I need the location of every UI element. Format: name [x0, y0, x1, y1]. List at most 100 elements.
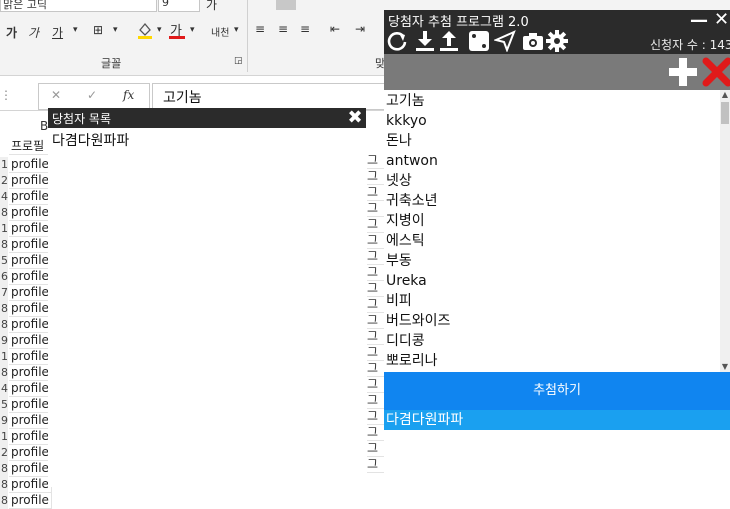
profile-cell[interactable]: profile	[9, 173, 52, 189]
profile-cell[interactable]: profile	[9, 349, 52, 365]
profile-cell[interactable]: profile	[9, 285, 52, 301]
row-number[interactable]: 8	[0, 301, 8, 317]
right-column-cell[interactable]: 그리	[367, 345, 384, 361]
column-header-b[interactable]: B	[40, 119, 48, 133]
profile-cell[interactable]: profile	[9, 269, 52, 285]
row-number[interactable]: 4	[0, 189, 8, 205]
applicant-list-item[interactable]: kkkyo	[386, 111, 427, 131]
lottery-titlebar[interactable]: 당첨자 추첨 프로그램 2.0 — ✕ 신청자 수 : 143	[384, 9, 730, 54]
right-column-cell[interactable]: 그리	[367, 265, 384, 281]
underline-button[interactable]: 가	[52, 24, 63, 41]
profile-cell[interactable]: profile	[9, 221, 52, 237]
close-icon[interactable]: ✖	[346, 109, 364, 127]
italic-button[interactable]: 가	[28, 24, 39, 41]
font-color-dropdown-icon[interactable]: ▾	[190, 25, 195, 35]
right-column-cell[interactable]: 그리	[367, 313, 384, 329]
row-number[interactable]: 6	[0, 269, 8, 285]
formula-input[interactable]: 고기놈	[152, 83, 386, 110]
profile-cell[interactable]: profile	[9, 493, 52, 509]
list-scrollbar[interactable]: ▲ ▼	[720, 90, 730, 372]
font-color-icon[interactable]: 가	[168, 21, 186, 39]
row-number[interactable]: 1	[0, 157, 8, 173]
right-column-cell[interactable]: 그리	[367, 329, 384, 345]
profile-cell[interactable]: profile	[9, 333, 52, 349]
right-column-cell[interactable]: 그리	[367, 281, 384, 297]
font-grow-icon[interactable]: 가	[206, 0, 217, 13]
row-number[interactable]: 8	[0, 461, 8, 477]
winner-titlebar[interactable]: 당첨자 목록 ✖	[48, 108, 366, 128]
row-number[interactable]: 1	[0, 429, 8, 445]
right-column-cell[interactable]: 그리	[367, 457, 384, 473]
applicant-list-item[interactable]: 에스틱	[386, 231, 425, 251]
cancel-icon[interactable]: ✕	[51, 88, 61, 102]
bold-button[interactable]: 가	[6, 24, 17, 41]
header-cell[interactable]: 프로필	[9, 139, 52, 155]
applicant-list-item[interactable]: 넷상	[386, 171, 412, 191]
add-icon[interactable]	[668, 57, 698, 87]
profile-cell[interactable]: profile	[9, 157, 52, 173]
fill-color-icon[interactable]	[136, 21, 154, 39]
applicant-list-item[interactable]: 부동	[386, 251, 412, 271]
border-icon[interactable]: ⊞	[93, 23, 103, 37]
row-number[interactable]: 4	[0, 381, 8, 397]
profile-cell[interactable]: profile	[9, 397, 52, 413]
upload-icon[interactable]	[438, 30, 460, 52]
phonetic-dropdown-icon[interactable]: ▾	[234, 25, 239, 35]
applicant-list-item[interactable]: 뽀로리나	[386, 351, 438, 371]
profile-cell[interactable]: profile	[9, 317, 52, 333]
row-number[interactable]: 8	[0, 477, 8, 493]
applicant-list-item[interactable]: Ureka	[386, 271, 427, 291]
row-number[interactable]: 9	[0, 333, 8, 349]
row-number[interactable]: 2	[0, 445, 8, 461]
scroll-thumb[interactable]	[721, 102, 729, 124]
profile-cell[interactable]: profile	[9, 461, 52, 477]
namebox-menu-icon[interactable]: ⋮	[0, 88, 12, 102]
row-number[interactable]: 1	[0, 221, 8, 237]
profile-cell[interactable]: profile	[9, 477, 52, 493]
applicant-list-item[interactable]: 디디콩	[386, 331, 425, 351]
profile-cell[interactable]: profile	[9, 429, 52, 445]
applicant-list-item[interactable]: 돈나	[386, 131, 412, 151]
refresh-icon[interactable]	[386, 30, 408, 52]
right-column-cell[interactable]: 그리	[367, 441, 384, 457]
row-number[interactable]: 8	[0, 205, 8, 221]
font-size-select[interactable]: 9	[158, 0, 200, 12]
applicant-list-item[interactable]: 버드와이즈	[386, 311, 450, 331]
align-left-icon[interactable]: ≡	[255, 22, 265, 36]
minimize-icon[interactable]: —	[690, 10, 708, 31]
right-column-cell[interactable]: 그리	[367, 409, 384, 425]
row-number[interactable]: 9	[0, 413, 8, 429]
profile-cell[interactable]: profile	[9, 205, 52, 221]
row-number[interactable]: 2	[0, 173, 8, 189]
right-column-cell[interactable]: 그리	[367, 233, 384, 249]
right-column-cell[interactable]: 그리	[367, 185, 384, 201]
close-icon[interactable]: ✕	[714, 9, 729, 30]
align-top-icon[interactable]	[276, 0, 296, 10]
draw-button[interactable]: 추첨하기	[384, 372, 730, 410]
right-column-cell[interactable]: 그리	[367, 249, 384, 265]
profile-cell[interactable]: profile	[9, 365, 52, 381]
applicant-list[interactable]: 고기놈 kkkyo 돈나 antwon 넷상 귀축소년 지병이 에스틱 부동 Ureka 비피 버드와…	[384, 90, 730, 372]
applicant-list-item[interactable]: 비피	[386, 291, 412, 311]
font-name-select[interactable]: 맑은 고딕	[0, 0, 157, 12]
right-column-cell[interactable]: 그리	[367, 201, 384, 217]
row-number[interactable]: 5	[0, 397, 8, 413]
profile-cell[interactable]: profile	[9, 445, 52, 461]
row-number[interactable]: 5	[0, 253, 8, 269]
applicant-list-item[interactable]: 지병이	[386, 211, 425, 231]
row-number[interactable]: 7	[0, 285, 8, 301]
row-number[interactable]: 8	[0, 365, 8, 381]
insert-function-icon[interactable]: fx	[123, 88, 134, 102]
applicant-list-item[interactable]: 귀축소년	[386, 191, 438, 211]
right-column-cell[interactable]: 그리	[367, 217, 384, 233]
phonetic-button[interactable]: 내천	[211, 24, 229, 39]
scroll-up-icon[interactable]: ▲	[720, 90, 730, 100]
row-number[interactable]: 8	[0, 237, 8, 253]
dice-icon[interactable]	[468, 30, 490, 52]
right-column-cell[interactable]: 그리	[367, 393, 384, 409]
right-column-cell[interactable]: 그리	[367, 377, 384, 393]
row-number[interactable]: 1	[0, 349, 8, 365]
settings-gear-icon[interactable]	[546, 30, 568, 52]
right-column-cell[interactable]: 그리	[367, 425, 384, 441]
scroll-down-icon[interactable]: ▼	[720, 362, 730, 372]
